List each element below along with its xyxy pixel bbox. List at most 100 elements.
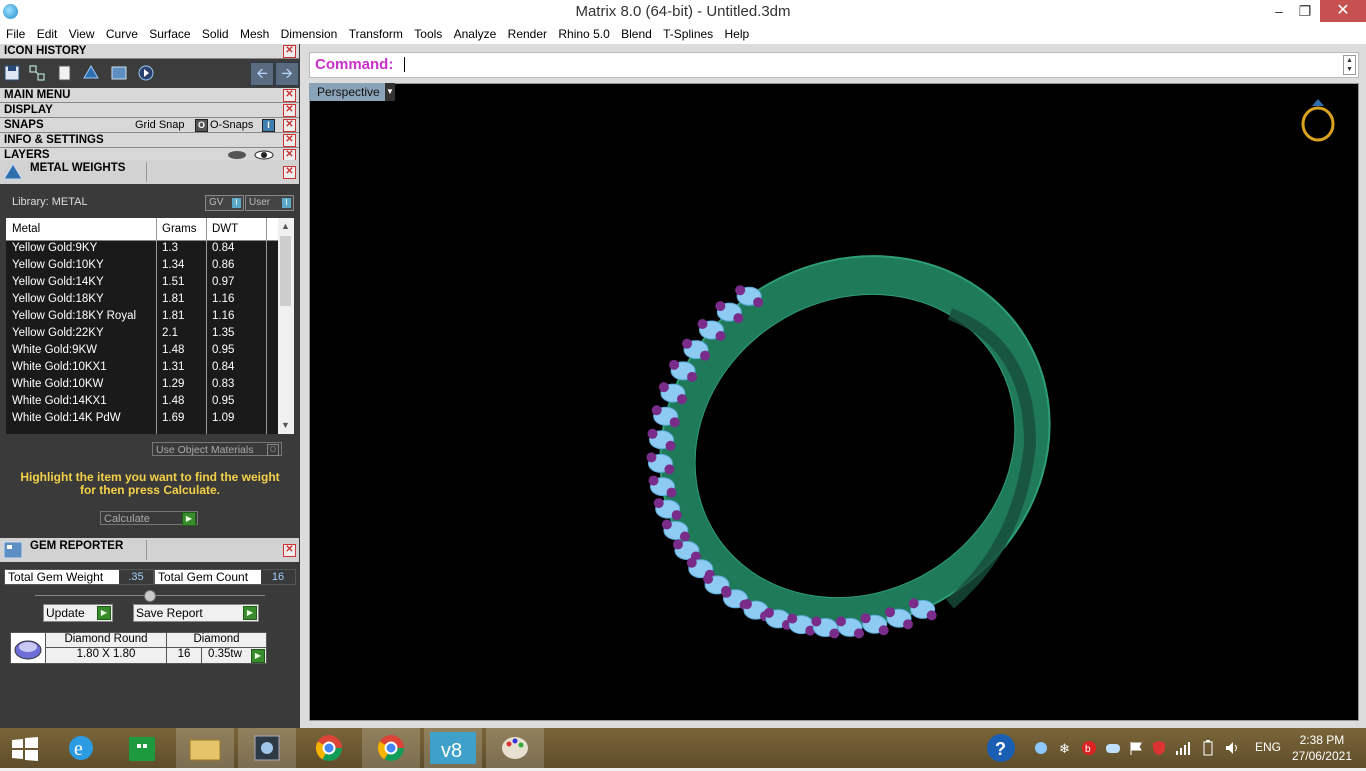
gv-toggle[interactable]: GV I: [205, 195, 244, 211]
table-row[interactable]: Yellow Gold:10KY 1.34 0.86: [6, 257, 278, 274]
close-button[interactable]: ✕: [1320, 0, 1366, 22]
viewport-tab[interactable]: Perspective ▼: [309, 83, 395, 101]
clock[interactable]: 2:38 PM 27/06/2021: [1292, 732, 1352, 764]
beats-icon[interactable]: b: [1081, 740, 1097, 756]
menu-edit[interactable]: Edit: [33, 24, 62, 44]
play-arrow-icon[interactable]: ▶: [97, 606, 111, 620]
menu-blend[interactable]: Blend: [617, 24, 656, 44]
table-row[interactable]: White Gold:10KX1 1.31 0.84: [6, 359, 278, 376]
command-spinner[interactable]: ▲ ▼: [1343, 55, 1356, 75]
close-icon[interactable]: ✕: [283, 45, 296, 58]
main-menu-header[interactable]: MAIN MENU ✕: [0, 88, 299, 103]
user-toggle[interactable]: User I: [245, 195, 294, 211]
table-row[interactable]: Yellow Gold:14KY 1.51 0.97: [6, 274, 278, 291]
o-snaps-toggle[interactable]: I: [262, 119, 275, 132]
col-metal[interactable]: Metal: [12, 223, 40, 235]
flag-icon[interactable]: [1128, 740, 1144, 756]
matrix-button[interactable]: [238, 728, 296, 768]
menu-curve[interactable]: Curve: [102, 24, 142, 44]
table-row[interactable]: Yellow Gold:18KY 1.81 1.16: [6, 291, 278, 308]
menu-solid[interactable]: Solid: [198, 24, 233, 44]
ring-model[interactable]: [310, 84, 1358, 720]
help-icon[interactable]: ?: [985, 733, 1017, 763]
icon-history-header[interactable]: ICON HISTORY ✕: [0, 44, 299, 59]
snaps-header[interactable]: SNAPS Grid Snap O O-Snaps I ✕: [0, 118, 299, 133]
forward-arrow-icon[interactable]: 🡪: [275, 62, 299, 86]
splitter-handle[interactable]: [144, 590, 156, 602]
play-arrow-icon[interactable]: ▶: [182, 512, 196, 526]
play-arrow-icon[interactable]: ▶: [243, 606, 257, 620]
table-row[interactable]: White Gold:14K PdW 1.69 1.09: [6, 410, 278, 427]
display-header[interactable]: DISPLAY ✕: [0, 103, 299, 118]
scroll-up-icon[interactable]: ▲: [281, 221, 290, 231]
document-icon[interactable]: [55, 64, 73, 82]
grid-snap-toggle[interactable]: O: [195, 119, 208, 132]
menu-help[interactable]: Help: [721, 24, 754, 44]
shield-icon[interactable]: [1151, 740, 1167, 756]
vectorworks-button[interactable]: v8: [424, 728, 482, 768]
internet-explorer-button[interactable]: e: [52, 728, 110, 768]
menu-render[interactable]: Render: [504, 24, 551, 44]
paint-button[interactable]: [486, 728, 544, 768]
save-report-button[interactable]: Save Report ▶: [133, 604, 259, 622]
close-icon[interactable]: ✕: [283, 544, 296, 557]
signal-icon[interactable]: [1175, 740, 1191, 756]
play-arrow-icon[interactable]: ▶: [251, 649, 265, 663]
menu-dimension[interactable]: Dimension: [277, 24, 342, 44]
update-button[interactable]: Update ▶: [43, 604, 113, 622]
volume-icon[interactable]: [1224, 740, 1240, 756]
menu-mesh[interactable]: Mesh: [236, 24, 273, 44]
gem-thumbnail[interactable]: [10, 632, 46, 664]
chrome-button-2[interactable]: [362, 728, 420, 768]
network-app-icon[interactable]: [1033, 740, 1049, 756]
restore-button[interactable]: ❐: [1290, 0, 1320, 22]
table-row[interactable]: White Gold:9KW 1.48 0.95: [6, 342, 278, 359]
back-arrow-icon[interactable]: 🡨: [250, 62, 274, 86]
table-row[interactable]: White Gold:10KW 1.29 0.83: [6, 376, 278, 393]
menu-surface[interactable]: Surface: [145, 24, 194, 44]
table-row[interactable]: Yellow Gold:9KY 1.3 0.84: [6, 240, 278, 257]
battery-icon[interactable]: [1200, 740, 1216, 756]
table-row[interactable]: White Gold:14KX1 1.48 0.95: [6, 393, 278, 410]
col-grams[interactable]: Grams: [162, 223, 197, 235]
record-icon[interactable]: [137, 64, 155, 82]
table-row[interactable]: Yellow Gold:18KY Royal 1.81 1.16: [6, 308, 278, 325]
checkbox-icon[interactable]: O: [267, 444, 279, 456]
menu-tools[interactable]: Tools: [410, 24, 446, 44]
scroll-thumb[interactable]: [280, 236, 291, 306]
menu-file[interactable]: File: [2, 24, 29, 44]
gem-cone-icon[interactable]: [82, 64, 100, 82]
file-explorer-button[interactable]: [176, 728, 234, 768]
start-button[interactable]: [0, 728, 58, 768]
menu-analyze[interactable]: Analyze: [450, 24, 501, 44]
layout-icon[interactable]: [110, 64, 128, 82]
language-indicator[interactable]: ENG: [1255, 740, 1281, 754]
eye-icon[interactable]: [254, 150, 274, 160]
calculate-button[interactable]: Calculate ▶: [100, 511, 198, 526]
menu-transform[interactable]: Transform: [345, 24, 407, 44]
close-icon[interactable]: ✕: [283, 134, 296, 147]
close-icon[interactable]: ✕: [283, 119, 296, 132]
chrome-button[interactable]: [300, 728, 358, 768]
menu-view[interactable]: View: [65, 24, 99, 44]
menu-rhino[interactable]: Rhino 5.0: [554, 24, 613, 44]
snowflake-icon[interactable]: ❄: [1057, 740, 1073, 756]
layer-visibility-icon[interactable]: [227, 150, 247, 160]
command-bar[interactable]: Command: ▲ ▼: [309, 52, 1359, 78]
cloud-icon[interactable]: [1105, 740, 1121, 756]
store-button[interactable]: [113, 728, 171, 768]
col-dwt[interactable]: DWT: [212, 223, 238, 235]
save-icon[interactable]: [3, 64, 21, 82]
chevron-down-icon[interactable]: ▼: [385, 83, 395, 101]
close-icon[interactable]: ✕: [283, 89, 296, 102]
menu-tsplines[interactable]: T-Splines: [659, 24, 717, 44]
command-cursor[interactable]: [404, 57, 405, 72]
close-icon[interactable]: ✕: [283, 166, 296, 179]
gem-row[interactable]: Diamond Round Diamond 1.80 X 1.80 16 0.3…: [45, 632, 267, 664]
table-scrollbar[interactable]: ▲ ▼: [278, 218, 294, 434]
scroll-down-icon[interactable]: ▼: [281, 420, 290, 430]
use-object-materials-button[interactable]: Use Object Materials O: [152, 442, 282, 456]
close-icon[interactable]: ✕: [283, 104, 296, 117]
transform-icon[interactable]: [28, 64, 46, 82]
perspective-viewport[interactable]: [309, 83, 1359, 721]
